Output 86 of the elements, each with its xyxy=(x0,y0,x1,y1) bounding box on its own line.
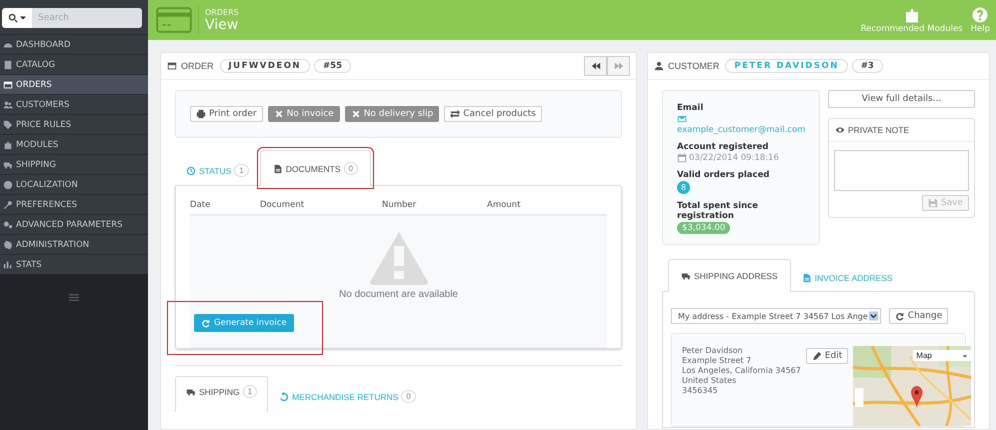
menu-icon[interactable] xyxy=(69,294,79,301)
card-icon xyxy=(3,80,13,90)
count-badge: 0 xyxy=(401,390,416,403)
order-number: #55 xyxy=(314,59,351,73)
registration-date: 03/22/2014 09:18:16 xyxy=(689,153,779,163)
forward-icon xyxy=(614,61,624,71)
truck-icon xyxy=(681,271,691,281)
panel-title: CUSTOMER xyxy=(668,61,720,71)
save-icon xyxy=(928,198,938,208)
address-line: Example Street 7 xyxy=(682,356,752,365)
count-badge: 0 xyxy=(344,162,358,175)
truck-icon xyxy=(186,386,196,396)
card-icon xyxy=(167,61,177,71)
address-line: Peter Davidson xyxy=(682,346,743,355)
field-label: Account registered xyxy=(677,142,769,152)
users-icon xyxy=(3,100,13,110)
gear-icon xyxy=(3,240,13,250)
rewind-icon xyxy=(590,61,600,71)
count-badge: 1 xyxy=(234,164,249,177)
card-icon xyxy=(156,6,199,34)
menu-item[interactable]: LOCALIZATION xyxy=(0,174,148,194)
column-header: Date xyxy=(190,200,212,210)
menu-item[interactable]: MODULES xyxy=(0,134,148,154)
field-label: Valid orders placed xyxy=(677,170,770,180)
clock-icon xyxy=(186,166,196,176)
column-header: Amount xyxy=(487,200,520,210)
order-reference: JUFWVDEON xyxy=(220,59,310,73)
menu-item[interactable]: PRICE RULES xyxy=(0,114,148,134)
orders-count-badge: 8 xyxy=(677,181,690,194)
envelope-icon xyxy=(677,114,687,124)
action-button[interactable]: Cancel products xyxy=(444,106,542,122)
address-line: 3456345 xyxy=(682,386,718,395)
user-icon xyxy=(654,61,664,71)
eye-icon xyxy=(835,125,845,135)
tab[interactable]: STATUS 1 xyxy=(175,155,260,185)
swap-icon xyxy=(450,109,460,119)
field-label: Total spent since registration xyxy=(677,201,759,221)
document-icon xyxy=(272,164,283,174)
pencil-icon xyxy=(812,351,822,361)
wrench-icon xyxy=(3,200,13,210)
caret-icon xyxy=(962,352,968,358)
field-label: Email xyxy=(677,103,704,113)
panel-title: ORDER xyxy=(181,61,214,71)
change-button[interactable]: Change xyxy=(888,308,948,324)
column-header: Number xyxy=(382,200,418,210)
truck-icon xyxy=(3,160,13,170)
calendar-icon xyxy=(677,153,687,163)
tab[interactable]: MERCHANDISE RETURNS 0 xyxy=(268,381,427,411)
view-details-button[interactable]: View full details... xyxy=(828,90,975,108)
customer-number: #3 xyxy=(852,59,883,73)
book-icon xyxy=(3,60,13,70)
close-icon xyxy=(350,109,361,119)
empty-message: No document are available xyxy=(339,289,458,300)
note-field[interactable] xyxy=(834,150,969,191)
refresh-icon xyxy=(201,318,211,328)
close-icon xyxy=(274,109,284,119)
tab[interactable]: SHIPPING ADDRESS xyxy=(668,259,791,292)
count-badge: 1 xyxy=(242,385,258,398)
column-header: Document xyxy=(260,200,306,210)
tag-icon xyxy=(3,120,13,130)
tab[interactable]: SHIPPING 1 xyxy=(175,376,268,412)
undo-icon xyxy=(279,392,290,402)
menu-item[interactable]: ORDERS xyxy=(0,74,148,94)
total-spent-badge: $3,034.00 xyxy=(677,222,730,234)
search-menu-button[interactable] xyxy=(2,8,32,28)
caret-icon xyxy=(868,311,878,321)
address-select[interactable]: My address - Example Street 7 34567 Los Ange xyxy=(671,308,881,324)
help-icon xyxy=(971,6,990,24)
warning-icon xyxy=(368,230,430,286)
address-line: United States xyxy=(682,376,736,385)
refresh-icon xyxy=(894,311,905,321)
map-type-select[interactable]: Map xyxy=(913,350,972,361)
previous-button[interactable] xyxy=(584,56,607,76)
panel-title: PRIVATE NOTE xyxy=(848,125,910,135)
caret-icon xyxy=(20,15,26,21)
action-button[interactable]: Print order xyxy=(190,106,263,122)
printer-icon xyxy=(196,109,206,119)
search-field[interactable]: Search xyxy=(32,8,142,28)
page-title: View xyxy=(205,16,239,32)
search-icon xyxy=(8,13,18,23)
menu-item[interactable]: ADMINISTRATION xyxy=(0,234,148,254)
address-line: Los Angeles, California 34567 xyxy=(682,366,801,375)
tab[interactable]: DOCUMENTS 0 xyxy=(260,150,371,186)
document-icon xyxy=(802,273,812,283)
edit-button[interactable]: Edit xyxy=(806,348,848,364)
bar-chart-icon xyxy=(3,260,13,270)
